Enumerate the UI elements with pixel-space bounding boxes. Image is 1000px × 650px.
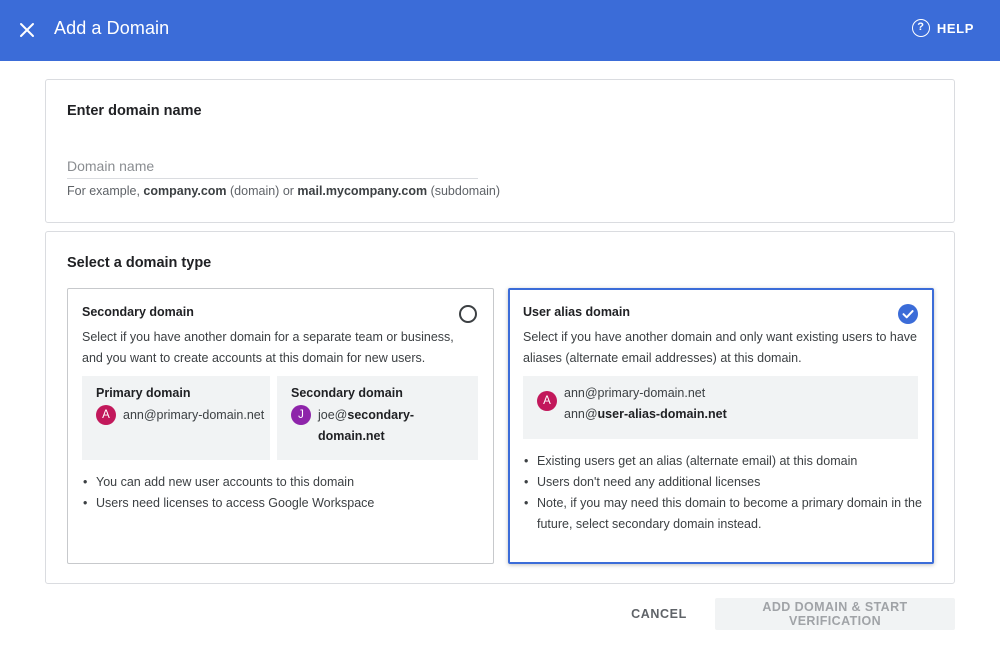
avatar: A <box>96 405 116 425</box>
option-title: User alias domain <box>523 305 630 319</box>
primary-domain-example: Primary domain A ann@primary-domain.net <box>82 376 270 460</box>
domain-name-hint: For example, company.com (domain) or mai… <box>67 184 501 198</box>
help-icon: ? <box>911 19 930 37</box>
example-email: ann@primary-domain.net <box>123 408 265 422</box>
app-header: Add a Domain ? HELP <box>0 0 1000 61</box>
domain-type-card-title: Select a domain type <box>67 255 212 271</box>
domain-name-card-title: Enter domain name <box>67 103 202 119</box>
list-item: Users need licenses to access Google Wor… <box>82 493 482 514</box>
check-circle-icon[interactable] <box>898 304 918 324</box>
list-item: Users don't need any additional licenses <box>523 472 923 493</box>
radio-unchecked-icon[interactable] <box>459 305 477 323</box>
example-title: Secondary domain <box>291 386 403 400</box>
add-domain-button[interactable]: ADD DOMAIN & START VERIFICATION <box>715 598 955 630</box>
help-label: HELP <box>936 20 974 36</box>
example-email: ann@primary-domain.net <box>564 386 706 400</box>
list-item: Existing users get an alias (alternate e… <box>523 451 923 472</box>
secondary-domain-example: Secondary domain J joe@secondary-domain.… <box>277 376 478 460</box>
option-bullets: Existing users get an alias (alternate e… <box>523 451 923 535</box>
user-alias-example: A ann@primary-domain.net ann@user-alias-… <box>523 376 918 439</box>
option-title: Secondary domain <box>82 305 194 319</box>
example-email: joe@secondary-domain.net <box>318 408 415 443</box>
list-item: You can add new user accounts to this do… <box>82 472 482 493</box>
domain-name-card: Enter domain name For example, company.c… <box>45 79 955 223</box>
close-icon[interactable] <box>14 17 40 43</box>
example-emails: ann@primary-domain.net ann@user-alias-do… <box>564 383 904 425</box>
option-description: Select if you have another domain for a … <box>82 330 454 365</box>
cancel-button[interactable]: CANCEL <box>619 598 699 630</box>
user-alias-domain-option[interactable]: User alias domain Select if you have ano… <box>508 288 934 564</box>
avatar: A <box>537 391 557 411</box>
secondary-domain-option[interactable]: Secondary domain Select if you have anot… <box>67 288 494 564</box>
domain-name-input[interactable] <box>67 153 478 179</box>
help-button[interactable]: ? HELP <box>911 19 974 37</box>
option-description: Select if you have another domain and on… <box>523 330 917 365</box>
list-item: Note, if you may need this domain to bec… <box>523 493 923 535</box>
page-title: Add a Domain <box>54 18 170 38</box>
example-title: Primary domain <box>96 386 191 400</box>
example-email: ann@user-alias-domain.net <box>564 407 727 421</box>
domain-type-card: Select a domain type Secondary domain Se… <box>45 231 955 584</box>
option-bullets: You can add new user accounts to this do… <box>82 472 482 514</box>
avatar: J <box>291 405 311 425</box>
